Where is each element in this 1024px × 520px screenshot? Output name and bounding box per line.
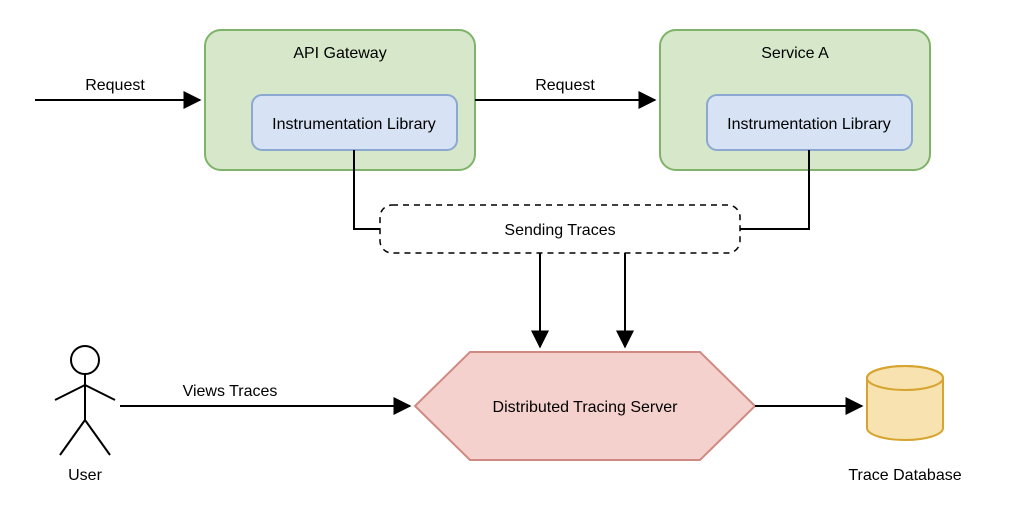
- user-node: [55, 346, 115, 455]
- service-a-node: Service A Instrumentation Library: [660, 30, 930, 170]
- service-a-label: Service A: [761, 45, 829, 62]
- tracing-server-label: Distributed Tracing Server: [493, 399, 679, 416]
- views-traces-label: Views Traces: [183, 383, 278, 400]
- trace-database-node: Trace Database: [848, 366, 961, 484]
- lib2-to-server-edge: [625, 150, 809, 347]
- request-1-label: Request: [85, 77, 145, 94]
- sending-traces-label: Sending Traces: [504, 222, 615, 239]
- sending-traces-node: Sending Traces: [380, 205, 740, 253]
- request-2-edge: Request: [475, 77, 655, 100]
- request-2-label: Request: [535, 77, 595, 94]
- trace-database-label: Trace Database: [848, 467, 961, 484]
- user-label: User: [68, 467, 102, 484]
- api-gateway-node: API Gateway Instrumentation Library: [205, 30, 475, 170]
- instrumentation-library-1-label: Instrumentation Library: [272, 116, 436, 133]
- views-traces-edge: Views Traces: [120, 383, 410, 406]
- lib1-to-server-edge: [354, 150, 540, 347]
- tracing-server-node: Distributed Tracing Server: [415, 352, 755, 460]
- architecture-diagram: API Gateway Instrumentation Library Serv…: [0, 0, 1024, 520]
- api-gateway-label: API Gateway: [293, 45, 386, 62]
- instrumentation-library-2-label: Instrumentation Library: [727, 116, 891, 133]
- request-1-edge: Request: [35, 77, 200, 100]
